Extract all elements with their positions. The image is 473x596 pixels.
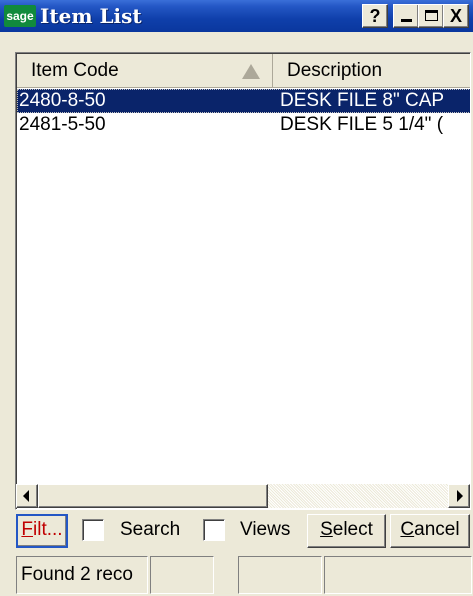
sage-logo: sage xyxy=(4,5,36,27)
arrow-left-icon xyxy=(23,490,29,502)
description-cell: DESK FILE 5 1/4" ( xyxy=(280,114,444,135)
scroll-left-button[interactable] xyxy=(16,484,38,508)
select-button[interactable]: Select xyxy=(307,514,386,548)
help-button[interactable]: ? xyxy=(362,4,388,28)
filter-button[interactable]: Filt... xyxy=(16,514,68,548)
minimize-button[interactable] xyxy=(393,4,419,28)
search-checkbox[interactable] xyxy=(82,519,104,541)
item-list-grid[interactable]: Item Code Description 2480-8-50 DESK FIL… xyxy=(15,52,471,510)
cancel-accelerator: C xyxy=(400,519,415,540)
select-label: elect xyxy=(332,519,373,540)
window-title: Item List xyxy=(40,4,142,28)
column-header-label: Description xyxy=(287,60,383,81)
item-code-cell: 2480-8-50 xyxy=(19,90,106,111)
cancel-button[interactable]: Cancel xyxy=(390,514,470,548)
horizontal-scrollbar[interactable] xyxy=(16,484,470,508)
views-checkbox-label: Views xyxy=(240,519,291,540)
select-accelerator: S xyxy=(320,519,333,540)
scroll-right-button[interactable] xyxy=(448,484,470,508)
status-bar: Found 2 reco xyxy=(16,556,472,594)
column-header-item-code[interactable]: Item Code xyxy=(17,54,273,88)
status-panel xyxy=(150,556,214,594)
views-checkbox[interactable] xyxy=(203,519,225,541)
column-header-description[interactable]: Description xyxy=(273,54,470,88)
search-checkbox-label: Search xyxy=(120,519,181,540)
table-row[interactable]: 2480-8-50 DESK FILE 8" CAP xyxy=(17,89,470,113)
close-button[interactable]: X xyxy=(443,4,469,28)
filter-label: ilt... xyxy=(33,519,63,540)
column-header-label: Item Code xyxy=(31,60,119,81)
status-panel xyxy=(324,556,472,594)
filter-accelerator: F xyxy=(21,519,34,540)
maximize-icon xyxy=(425,10,438,21)
item-list-window: sage Item List ? X Item Code Description… xyxy=(0,0,473,596)
minimize-icon xyxy=(401,19,412,22)
item-code-cell: 2481-5-50 xyxy=(19,114,106,135)
description-cell: DESK FILE 8" CAP xyxy=(280,90,445,111)
scroll-thumb[interactable] xyxy=(38,484,268,508)
status-panel xyxy=(238,556,322,594)
sort-ascending-icon xyxy=(242,64,260,79)
cancel-label: ancel xyxy=(414,519,460,540)
table-row[interactable]: 2481-5-50 DESK FILE 5 1/4" ( xyxy=(17,113,470,137)
arrow-right-icon xyxy=(457,490,463,502)
maximize-button[interactable] xyxy=(418,4,444,28)
title-bar[interactable]: sage Item List ? X xyxy=(0,0,473,32)
status-message: Found 2 reco xyxy=(16,556,148,594)
